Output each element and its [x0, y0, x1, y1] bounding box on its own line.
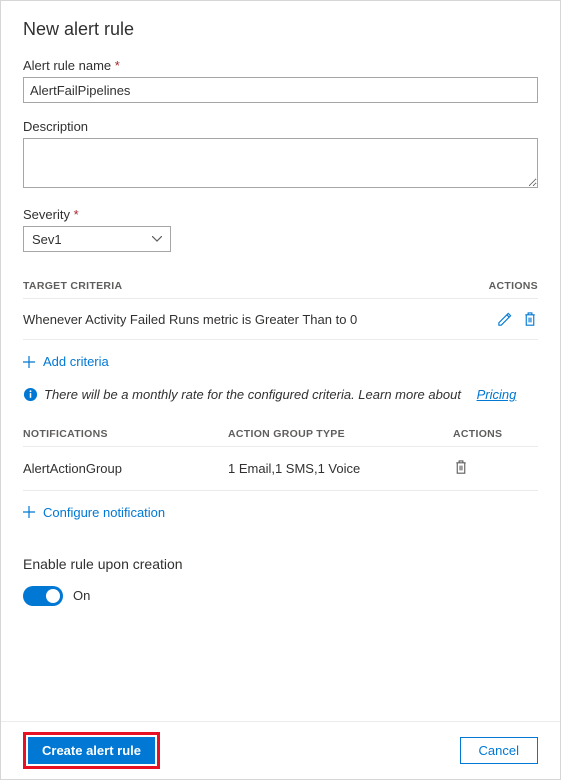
severity-value: Sev1 — [32, 232, 62, 247]
new-alert-rule-panel: New alert rule Alert rule name * Descrip… — [0, 0, 561, 780]
configure-notification-button[interactable]: Configure notification — [23, 491, 538, 534]
info-text: There will be a monthly rate for the con… — [44, 387, 461, 402]
add-criteria-button[interactable]: Add criteria — [23, 340, 538, 383]
enable-rule-label: Enable rule upon creation — [23, 556, 538, 572]
toggle-state-label: On — [73, 588, 90, 603]
severity-label-text: Severity — [23, 207, 70, 222]
description-label: Description — [23, 119, 538, 134]
chevron-down-icon — [152, 236, 162, 242]
trash-icon — [454, 460, 468, 475]
notification-type: 1 Email,1 SMS,1 Voice — [228, 461, 453, 476]
cancel-button[interactable]: Cancel — [460, 737, 538, 764]
configure-notification-label: Configure notification — [43, 505, 165, 520]
notifications-header-row: NOTIFICATIONS ACTION GROUP TYPE ACTIONS — [23, 428, 538, 440]
severity-select[interactable]: Sev1 — [23, 226, 171, 252]
footer: Create alert rule Cancel — [1, 721, 560, 779]
edit-criteria-button[interactable] — [496, 311, 512, 327]
notif-actions-header: ACTIONS — [453, 428, 538, 440]
highlight-box: Create alert rule — [23, 732, 160, 769]
notification-name: AlertActionGroup — [23, 461, 228, 476]
severity-label: Severity * — [23, 207, 538, 222]
pencil-icon — [497, 312, 512, 327]
required-asterisk: * — [115, 58, 120, 73]
enable-toggle[interactable] — [23, 586, 63, 606]
add-criteria-label: Add criteria — [43, 354, 109, 369]
info-icon — [23, 387, 38, 402]
create-alert-rule-button[interactable]: Create alert rule — [28, 737, 155, 764]
toggle-thumb — [46, 589, 60, 603]
required-asterisk: * — [74, 207, 79, 222]
trash-icon — [523, 312, 537, 327]
criteria-text: Whenever Activity Failed Runs metric is … — [23, 312, 357, 327]
target-criteria-header: TARGET CRITERIA — [23, 280, 122, 292]
delete-notification-button[interactable] — [453, 459, 469, 475]
action-group-type-header: ACTION GROUP TYPE — [228, 428, 453, 440]
criteria-row: Whenever Activity Failed Runs metric is … — [23, 299, 538, 340]
notification-row: AlertActionGroup 1 Email,1 SMS,1 Voice — [23, 447, 538, 491]
pricing-info-row: There will be a monthly rate for the con… — [23, 387, 538, 402]
pricing-link[interactable]: Pricing — [477, 387, 517, 402]
notifications-header: NOTIFICATIONS — [23, 428, 228, 440]
name-label-text: Alert rule name — [23, 58, 111, 73]
name-label: Alert rule name * — [23, 58, 538, 73]
description-textarea[interactable] — [23, 138, 538, 188]
plus-icon — [23, 356, 35, 368]
page-title: New alert rule — [23, 19, 538, 40]
alert-rule-name-input[interactable] — [23, 77, 538, 103]
criteria-actions-header: ACTIONS — [489, 280, 538, 292]
plus-icon — [23, 506, 35, 518]
delete-criteria-button[interactable] — [522, 311, 538, 327]
